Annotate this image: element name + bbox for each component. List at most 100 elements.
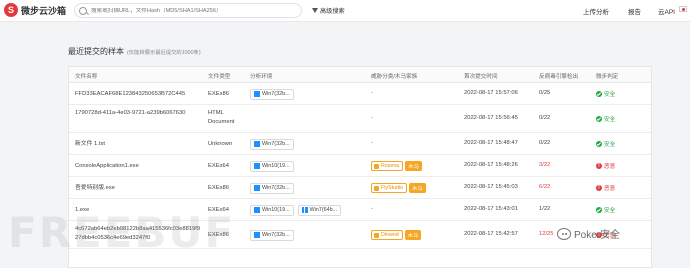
- family-label: Rozena: [381, 163, 400, 169]
- family-tag[interactable]: Dinwod: [371, 230, 403, 240]
- environment-tag[interactable]: Win7(64b...: [297, 204, 342, 216]
- environment-tags: Win7(32b...: [250, 138, 294, 150]
- verdict-badge: 安全: [596, 115, 615, 123]
- col-av-detection: 反病毒引擎检出: [539, 74, 579, 80]
- file-type: EXEx64: [208, 162, 229, 169]
- av-detection-ratio: 12/25: [539, 230, 554, 237]
- safe-check-icon: [596, 206, 602, 213]
- first-submit-time: 2022-08-17 15:57:06: [464, 89, 518, 96]
- verdict-label: 恶意: [604, 163, 616, 170]
- col-file-type: 文件类型: [208, 74, 231, 80]
- family-icon: [374, 232, 379, 238]
- file-type: EXEx86: [208, 184, 229, 191]
- family-label: Dinwod: [381, 232, 399, 238]
- verdict-label: 安全: [604, 141, 616, 148]
- family-tag[interactable]: Rozena: [371, 161, 404, 171]
- verdict-label: 安全: [604, 91, 616, 98]
- av-detection-ratio: 0/22: [539, 114, 551, 121]
- threat-family-empty: -: [371, 114, 373, 121]
- environment-label: Win10(19...: [262, 163, 290, 169]
- threat-family-empty: -: [371, 139, 373, 146]
- environment-tags: Win7(32b...: [250, 229, 294, 241]
- safe-check-icon: [596, 90, 602, 97]
- file-name-link[interactable]: FFD33EACAF68E123843250653B72C445: [75, 90, 201, 99]
- environment-tag[interactable]: Win7(32b...: [250, 229, 294, 241]
- first-submit-time: 2022-08-17 15:48:47: [464, 139, 518, 146]
- environment-tag[interactable]: Win7(32b...: [250, 88, 294, 100]
- table-row[interactable]: FFD33EACAF68E123843250653B72C445 EXEx86 Wi…: [69, 83, 651, 105]
- av-detection-ratio: 0/25: [539, 89, 551, 96]
- wechat-icon: [557, 227, 571, 240]
- table-row[interactable]: ConsoleApplication1.exe EXEx64 Win10(19...…: [69, 155, 651, 177]
- family-icon: [374, 163, 379, 169]
- logo-text: 微步云沙箱: [21, 5, 67, 16]
- threat-type-tag: 木马: [405, 161, 422, 171]
- col-threat-family: 威胁分类/木马家族: [371, 74, 418, 80]
- watermark-badge-text: Poker安全: [574, 230, 621, 241]
- threat-family: Dinwod 木马: [371, 230, 422, 240]
- windows-icon: [254, 207, 260, 213]
- search-input[interactable]: [91, 7, 301, 14]
- col-first-submit-time: 首次提交时间: [464, 74, 498, 80]
- section-title-text: 最近提交的样本: [68, 47, 124, 56]
- file-name-link[interactable]: 吾爱特别版.exe: [75, 184, 201, 193]
- table-row[interactable]: 新文件 1.txt Unknown Win7(32b... - 2022-08-17 1…: [69, 133, 651, 155]
- nav-cloud-api[interactable]: 云API: [658, 6, 675, 16]
- malicious-icon: !: [596, 162, 602, 169]
- environment-label: Win10(19...: [262, 207, 290, 213]
- table-row[interactable]: 1.exe EXEx64 Win10(19... Win7(64b... - 2022-0…: [69, 199, 651, 221]
- nav-report[interactable]: 报告: [628, 6, 641, 16]
- environment-label: Win7(32b...: [262, 232, 290, 238]
- table-row[interactable]: 1790728d-411a-4e03-9721-a239b6067630 HTML…: [69, 105, 651, 133]
- verdict-badge: ! 恶意: [596, 184, 615, 192]
- threat-family-empty: -: [371, 89, 373, 96]
- file-name-link[interactable]: 4c672ab64eb2eb98122b8aa415536fc03e8819f9…: [75, 225, 201, 243]
- threat-family-empty: -: [371, 205, 373, 212]
- windows-icon: [254, 185, 260, 191]
- verdict-badge: ! 恶意: [596, 162, 615, 170]
- file-type: HTML Document: [208, 110, 235, 125]
- malicious-icon: !: [596, 184, 602, 191]
- environment-tags: Win7(32b...: [250, 182, 294, 194]
- first-submit-time: 2022-08-17 15:48:26: [464, 161, 518, 168]
- av-detection-ratio: 1/22: [539, 205, 551, 212]
- search-box[interactable]: [74, 3, 302, 18]
- section-subtitle: (仅能转展示最近提交的1000条): [127, 50, 201, 56]
- table-row[interactable]: 吾爱特别版.exe EXEx86 Win7(32b... FlyStudio 木马 …: [69, 177, 651, 199]
- canada-flag-icon[interactable]: [679, 6, 687, 12]
- file-name-link[interactable]: 1.exe: [75, 206, 201, 215]
- filter-icon: [312, 8, 318, 13]
- threat-type-tag: 木马: [404, 230, 422, 240]
- col-verdict: 微步判定: [596, 74, 619, 80]
- family-tag[interactable]: FlyStudio: [371, 183, 408, 193]
- advanced-search-button[interactable]: 高级搜索: [312, 6, 345, 15]
- watermark-badge: Poker安全: [557, 226, 620, 241]
- verdict-badge: 安全: [596, 140, 615, 148]
- logo[interactable]: S 微步云沙箱: [4, 3, 66, 17]
- verdict-label: 恶意: [604, 185, 616, 192]
- col-file-name: 文件名称: [75, 74, 98, 80]
- av-detection-ratio: 6/22: [539, 183, 551, 190]
- windows-icon: [254, 163, 260, 169]
- table-body: FFD33EACAF68E123843250653B72C445 EXEx86 Wi…: [69, 83, 651, 249]
- section-title: 最近提交的样本 (仅能转展示最近提交的1000条): [68, 46, 201, 57]
- advanced-search-label: 高级搜索: [320, 8, 345, 15]
- file-name-link[interactable]: 新文件 1.txt: [75, 140, 201, 149]
- file-name-link[interactable]: ConsoleApplication1.exe: [75, 162, 201, 171]
- environment-tag[interactable]: Win7(32b...: [250, 138, 294, 150]
- first-submit-time: 2022-08-17 15:56:45: [464, 114, 518, 121]
- file-type: EXEx86: [208, 90, 229, 97]
- file-name-link[interactable]: 1790728d-411a-4e03-9721-a239b6067630: [75, 109, 201, 118]
- logo-icon: S: [4, 3, 18, 17]
- nav-upload[interactable]: 上传分析: [583, 6, 609, 16]
- safe-check-icon: [596, 115, 602, 122]
- environment-tag[interactable]: Win10(19...: [250, 160, 294, 172]
- environment-tag[interactable]: Win7(32b...: [250, 182, 294, 194]
- file-type: Unknown: [208, 140, 233, 147]
- environment-tags: Win10(19...: [250, 160, 294, 172]
- family-icon: [374, 185, 379, 191]
- environment-tag[interactable]: Win10(19...: [250, 204, 294, 216]
- av-detection-ratio: 3/22: [539, 161, 551, 168]
- verdict-badge: 安全: [596, 206, 615, 214]
- windows-icon: [254, 141, 260, 147]
